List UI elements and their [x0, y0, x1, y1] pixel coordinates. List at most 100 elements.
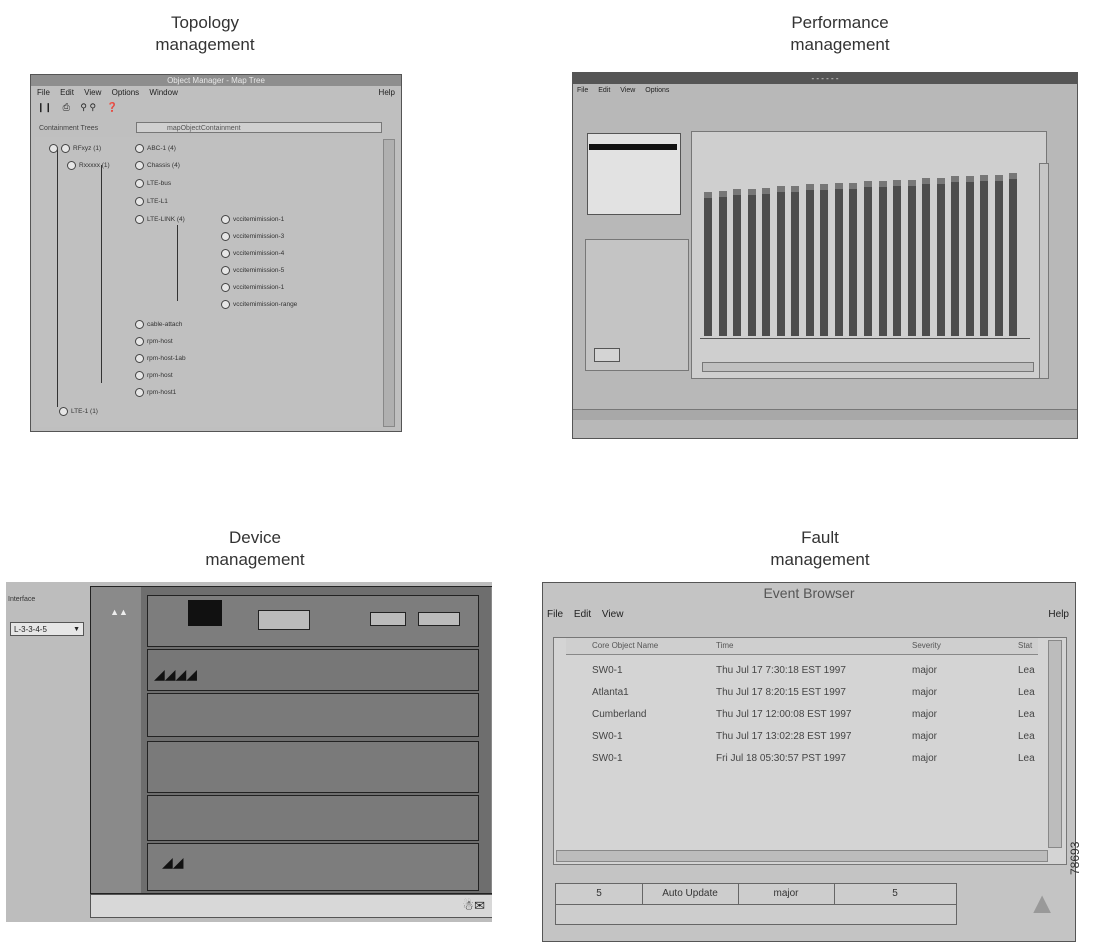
cell-time: Fri Jul 18 05:30:57 PST 1997: [716, 753, 846, 764]
cell-severity: major: [912, 665, 938, 676]
menu-view[interactable]: View: [84, 88, 101, 97]
menu-options[interactable]: Options: [112, 88, 140, 97]
perf-bar: [951, 176, 959, 336]
cell-object: SW0-1: [592, 665, 623, 676]
table-row[interactable]: Atlanta1 Thu Jul 17 8:20:15 EST 1997 maj…: [566, 682, 1038, 704]
cell-time: Thu Jul 17 13:02:28 EST 1997: [716, 731, 852, 742]
tree-node[interactable]: LTE-L1: [135, 197, 168, 207]
node-icon: [135, 161, 144, 170]
tree-node[interactable]: LTE-LINK (4): [135, 215, 185, 225]
card-slot-4[interactable]: [147, 741, 479, 793]
interface-select[interactable]: L-3-3-4-5 ▼: [10, 622, 84, 636]
tree-node[interactable]: vccitemimission-3: [221, 232, 284, 242]
node-icon: [135, 371, 144, 380]
perf-bar: [806, 184, 814, 336]
perf-bar-cap: [893, 180, 901, 186]
perf-bar: [849, 183, 857, 336]
tree-node[interactable]: rpm-host-1ab: [135, 354, 186, 364]
card-slot-5[interactable]: [147, 795, 479, 841]
vertical-scrollbar[interactable]: [1048, 640, 1062, 848]
card-slot-6[interactable]: ◢◢: [147, 843, 479, 891]
tree-node[interactable]: vccitemimission-5: [221, 266, 284, 276]
object-list[interactable]: [587, 133, 681, 215]
menu-help[interactable]: Help: [1048, 609, 1069, 620]
device-window: Interface L-3-3-4-5 ▼ ▲▲ ◢◢◢◢ ◢◢ ☃✉: [6, 582, 492, 922]
table-row[interactable]: Cumberland Thu Jul 17 12:00:08 EST 1997 …: [566, 704, 1038, 726]
menu-view[interactable]: View: [602, 609, 624, 620]
card-slot-3[interactable]: [147, 693, 479, 737]
tree-node[interactable]: rpm-host: [135, 371, 173, 381]
cell-time: Thu Jul 17 8:20:15 EST 1997: [716, 687, 846, 698]
zoom-in-icon[interactable]: ⚲: [80, 102, 87, 112]
tree-node[interactable]: ABC-1 (4): [135, 144, 176, 154]
perf-bar: [1009, 173, 1017, 336]
auto-update-button[interactable]: Auto Update: [642, 884, 739, 904]
node-label: Chassis (4): [147, 162, 180, 170]
menu-help[interactable]: Help: [379, 88, 395, 97]
pause-icon[interactable]: ❙❙: [37, 102, 52, 112]
menu-edit[interactable]: Edit: [60, 88, 74, 97]
perf-bar-cap: [937, 178, 945, 184]
tree-node[interactable]: rpm-host: [135, 337, 173, 347]
node-label: vccitemimission-range: [233, 301, 298, 309]
table-row[interactable]: SW0-1 Thu Jul 17 13:02:28 EST 1997 major…: [566, 726, 1038, 748]
node-icon: [135, 320, 144, 329]
horizontal-scrollbar[interactable]: [556, 850, 1048, 862]
tree-node[interactable]: RFxyz (1): [49, 144, 101, 154]
tree-node[interactable]: LTE-bus: [135, 179, 171, 189]
status-bar: 5 Auto Update major 5: [555, 883, 957, 925]
col-time[interactable]: Time: [716, 638, 733, 654]
run-button[interactable]: [594, 348, 620, 362]
card-slot-1[interactable]: [147, 595, 479, 647]
cell-stat: Lea: [1018, 687, 1035, 698]
tree-node[interactable]: vccitemimission-range: [221, 300, 297, 310]
tree-node[interactable]: Rxxxxx (1): [67, 161, 110, 171]
tree-node[interactable]: rpm-host1: [135, 388, 176, 398]
menu-window[interactable]: Window: [149, 88, 177, 97]
vertical-scrollbar[interactable]: [383, 139, 395, 427]
vertical-scrollbar[interactable]: [1039, 163, 1049, 379]
containment-select[interactable]: mapObjectContainment: [136, 122, 382, 133]
menu-edit[interactable]: Edit: [574, 609, 591, 620]
chassis-logo: ▲▲: [110, 607, 128, 617]
menu-file[interactable]: File: [37, 88, 50, 97]
col-severity[interactable]: Severity: [912, 638, 941, 654]
tree-node[interactable]: vccitemimission-4: [221, 249, 284, 259]
col-core-object-name[interactable]: Core Object Name: [592, 638, 658, 654]
table-row[interactable]: SW0-1 Fri Jul 18 05:30:57 PST 1997 major…: [566, 748, 1038, 770]
perf-bar: [704, 192, 712, 336]
help-icon[interactable]: ❓: [107, 102, 118, 112]
status-icon[interactable]: ☃✉: [462, 898, 485, 914]
node-icon: [135, 354, 144, 363]
menu-options[interactable]: Options: [645, 87, 669, 94]
menu-file[interactable]: File: [547, 609, 563, 620]
tree-node[interactable]: vccitemimission-1: [221, 215, 284, 225]
menu-edit[interactable]: Edit: [598, 87, 610, 94]
cell-severity: major: [912, 709, 938, 720]
settings-group: [585, 239, 689, 371]
port-row: ◢◢◢◢: [154, 666, 198, 682]
node-label: vccitemimission-1: [233, 284, 285, 292]
cell-time: Thu Jul 17 7:30:18 EST 1997: [716, 665, 846, 676]
node-label: vccitemimission-5: [233, 267, 285, 275]
cell-stat: Lea: [1018, 753, 1035, 764]
tree-node[interactable]: LTE-1 (1): [59, 407, 98, 417]
list-item-selected[interactable]: [589, 144, 677, 150]
tree-node[interactable]: vccitemimission-1: [221, 283, 284, 293]
card-slot-2[interactable]: ◢◢◢◢: [147, 649, 479, 691]
perf-bar-cap: [908, 180, 916, 186]
zoom-out-icon[interactable]: ⚲: [89, 102, 96, 112]
cell-severity: major: [912, 731, 938, 742]
print-icon[interactable]: ⎙: [63, 102, 70, 112]
table-row[interactable]: SW0-1 Thu Jul 17 7:30:18 EST 1997 major …: [566, 660, 1038, 682]
node-icon: [221, 232, 230, 241]
horizontal-scrollbar[interactable]: [702, 362, 1034, 372]
col-stat[interactable]: Stat: [1018, 638, 1032, 654]
menu-view[interactable]: View: [620, 87, 635, 94]
caption-fault: Fault management: [735, 527, 905, 571]
tree-node[interactable]: cable-attach: [135, 320, 182, 330]
tree-node[interactable]: Chassis (4): [135, 161, 180, 171]
menu-file[interactable]: File: [577, 87, 588, 94]
perf-bar: [966, 176, 974, 336]
cell-object: Cumberland: [592, 709, 647, 720]
